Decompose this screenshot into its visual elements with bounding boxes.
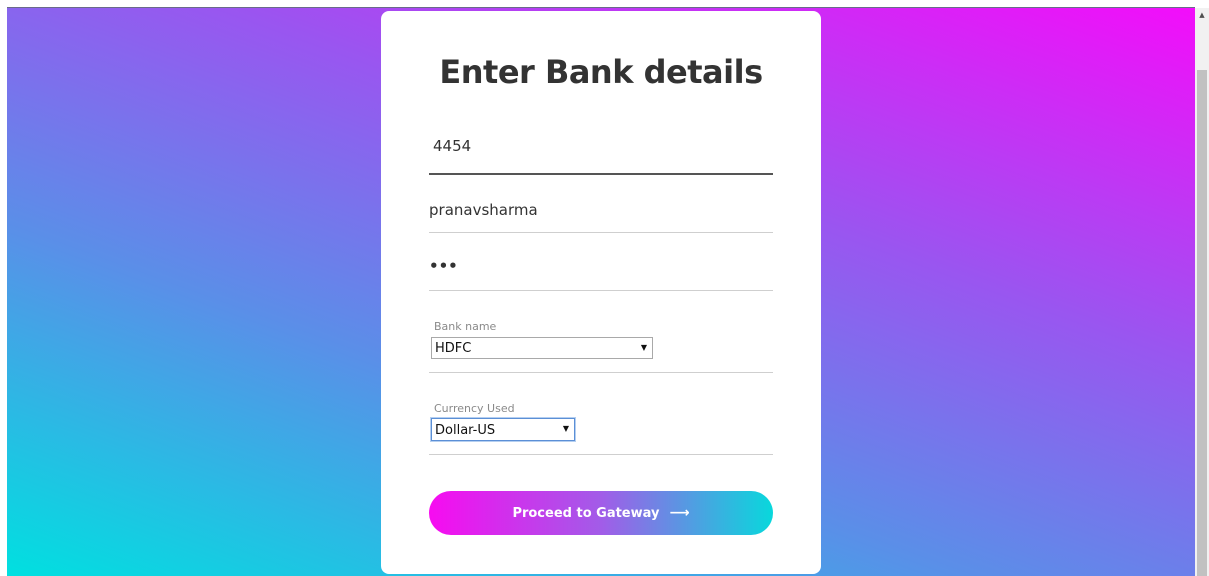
scroll-thumb[interactable] — [1197, 70, 1207, 576]
bank-details-card: Enter Bank details 4454 pranavsharma •••… — [381, 11, 821, 574]
field-underline — [429, 290, 773, 291]
field-underline — [429, 454, 773, 455]
account-number-value: 4454 — [433, 137, 472, 155]
username-value: pranavsharma — [429, 201, 538, 219]
currency-label: Currency Used — [434, 402, 515, 415]
scroll-up-arrow-icon[interactable]: ▲ — [1195, 8, 1209, 22]
bank-name-select[interactable]: HDFC ▼ — [431, 337, 653, 359]
currency-group: Currency Used Dollar-US ▼ — [429, 399, 773, 457]
proceed-to-gateway-button[interactable]: Proceed to Gateway ⟶ — [429, 491, 773, 535]
currency-select[interactable]: Dollar-US ▼ — [431, 418, 575, 441]
currency-selected: Dollar-US — [435, 423, 496, 438]
field-underline — [429, 232, 773, 233]
bank-name-group: Bank name HDFC ▼ — [429, 317, 773, 375]
dropdown-arrow-icon: ▼ — [640, 343, 647, 352]
password-field[interactable]: ••• — [429, 255, 773, 291]
dropdown-arrow-icon: ▼ — [562, 424, 569, 433]
field-underline — [429, 173, 773, 175]
account-number-field[interactable]: 4454 — [429, 131, 773, 177]
vertical-scrollbar[interactable]: ▲ — [1195, 8, 1209, 576]
bank-name-label: Bank name — [434, 320, 497, 333]
bank-name-selected: HDFC — [435, 341, 472, 356]
arrow-right-icon: ⟶ — [669, 505, 690, 521]
field-underline — [429, 372, 773, 373]
proceed-button-label: Proceed to Gateway — [512, 505, 660, 521]
password-value: ••• — [429, 257, 458, 275]
username-field[interactable]: pranavsharma — [429, 197, 773, 233]
page-title: Enter Bank details — [439, 53, 763, 91]
